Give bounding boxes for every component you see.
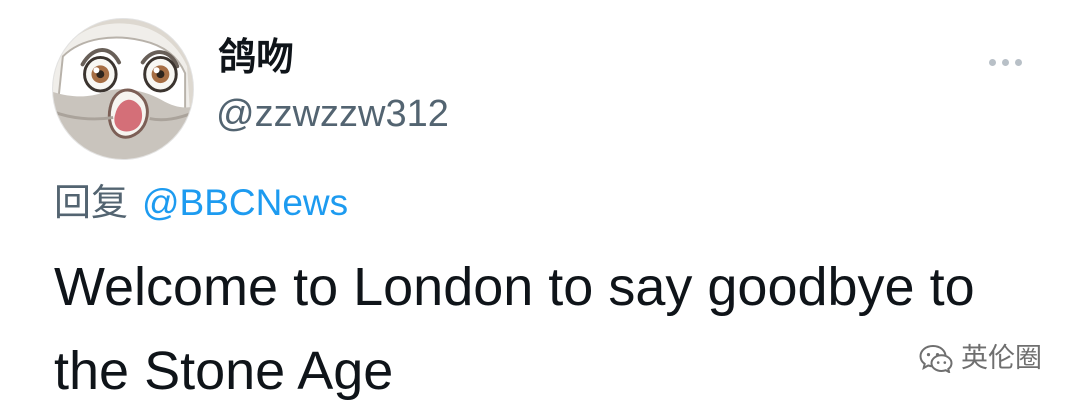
more-options-button[interactable] xyxy=(981,49,1029,75)
reply-prefix: 回复 xyxy=(54,181,128,224)
tweet-text: Welcome to London to say goodbye to the … xyxy=(54,257,975,401)
reply-context: 回复 @BBCNews xyxy=(54,184,348,221)
more-options-icon xyxy=(1014,58,1022,66)
avatar[interactable] xyxy=(52,18,194,160)
cartoon-avatar-icon xyxy=(53,19,193,159)
reply-mention-link[interactable]: @BBCNews xyxy=(142,182,348,223)
wechat-logo-icon xyxy=(919,344,953,373)
author-handle[interactable]: @zzwzzw312 xyxy=(216,95,449,133)
more-options-icon xyxy=(988,58,996,66)
watermark: 英伦圈 xyxy=(919,343,1042,373)
more-options-icon xyxy=(1001,58,1009,66)
watermark-text: 英伦圈 xyxy=(961,342,1042,374)
author-display-name[interactable]: 鸽吻 xyxy=(218,38,294,76)
